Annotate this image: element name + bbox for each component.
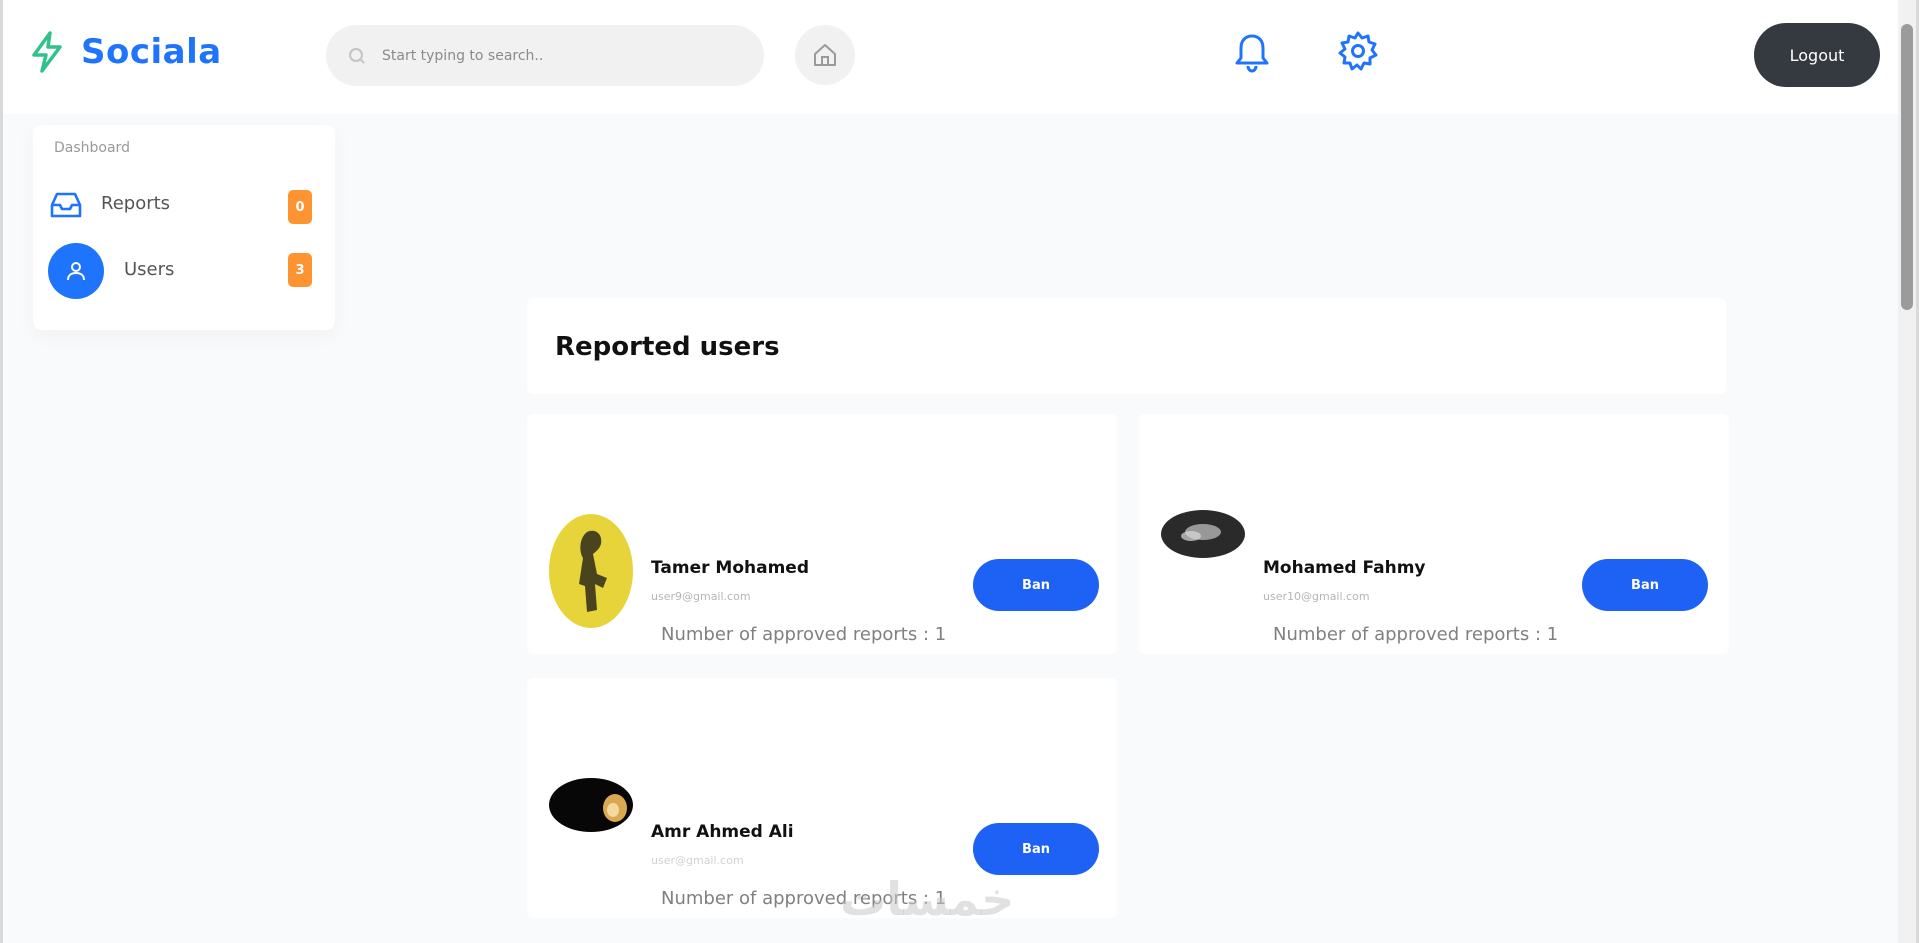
sidebar-item-users[interactable]: Users 3 bbox=[46, 243, 322, 299]
user-card: Mohamed Fahmy user10@gmail.com Ban Numbe… bbox=[1139, 414, 1729, 654]
users-count-badge: 3 bbox=[288, 253, 312, 287]
user-email: user10@gmail.com bbox=[1263, 590, 1370, 603]
watermark: خمسات bbox=[840, 872, 1015, 926]
user-name: Mohamed Fahmy bbox=[1263, 558, 1426, 578]
user-card: Tamer Mohamed user9@gmail.com Ban Number… bbox=[527, 414, 1117, 654]
sidebar-item-label: Users bbox=[124, 259, 175, 280]
page-title: Reported users bbox=[555, 332, 780, 362]
logout-button[interactable]: Logout bbox=[1754, 23, 1880, 87]
user-icon bbox=[67, 262, 85, 281]
search-input[interactable] bbox=[382, 47, 742, 64]
avatar bbox=[549, 514, 633, 628]
top-header: Sociala Logout bbox=[3, 0, 1901, 114]
user-email: user@gmail.com bbox=[651, 854, 744, 867]
avatar bbox=[1161, 510, 1245, 558]
inbox-icon bbox=[50, 192, 82, 218]
sidebar: Dashboard Reports 0 Users 3 bbox=[33, 125, 335, 330]
app-logo[interactable]: Sociala bbox=[27, 30, 222, 74]
reports-count-badge: 0 bbox=[288, 190, 312, 224]
search-icon bbox=[349, 47, 365, 64]
user-icon-circle bbox=[48, 243, 104, 299]
user-name: Tamer Mohamed bbox=[651, 558, 810, 578]
sidebar-caption: Dashboard bbox=[54, 140, 130, 156]
ban-button[interactable]: Ban bbox=[973, 823, 1099, 875]
app-name: Sociala bbox=[81, 32, 222, 72]
sidebar-item-reports[interactable]: Reports 0 bbox=[46, 177, 322, 233]
panel-header: Reported users bbox=[527, 298, 1726, 394]
bolt-logo-icon bbox=[32, 31, 62, 73]
gear-icon[interactable] bbox=[1337, 30, 1379, 72]
approved-reports-count: Number of approved reports : 1 bbox=[661, 624, 947, 645]
sidebar-item-label: Reports bbox=[101, 193, 171, 214]
user-email: user9@gmail.com bbox=[651, 590, 751, 603]
avatar bbox=[549, 778, 633, 832]
approved-reports-count: Number of approved reports : 1 bbox=[1273, 624, 1559, 645]
vertical-scrollbar[interactable] bbox=[1898, 0, 1916, 943]
ban-button[interactable]: Ban bbox=[973, 559, 1099, 611]
user-card: Amr Ahmed Ali user@gmail.com Ban Number … bbox=[527, 678, 1117, 918]
search-bar[interactable] bbox=[326, 25, 764, 86]
bell-icon[interactable] bbox=[1232, 31, 1272, 73]
user-name: Amr Ahmed Ali bbox=[651, 822, 794, 842]
home-icon bbox=[814, 44, 836, 66]
ban-button[interactable]: Ban bbox=[1582, 559, 1708, 611]
scrollbar-thumb[interactable] bbox=[1901, 24, 1913, 310]
home-button[interactable] bbox=[795, 25, 855, 85]
